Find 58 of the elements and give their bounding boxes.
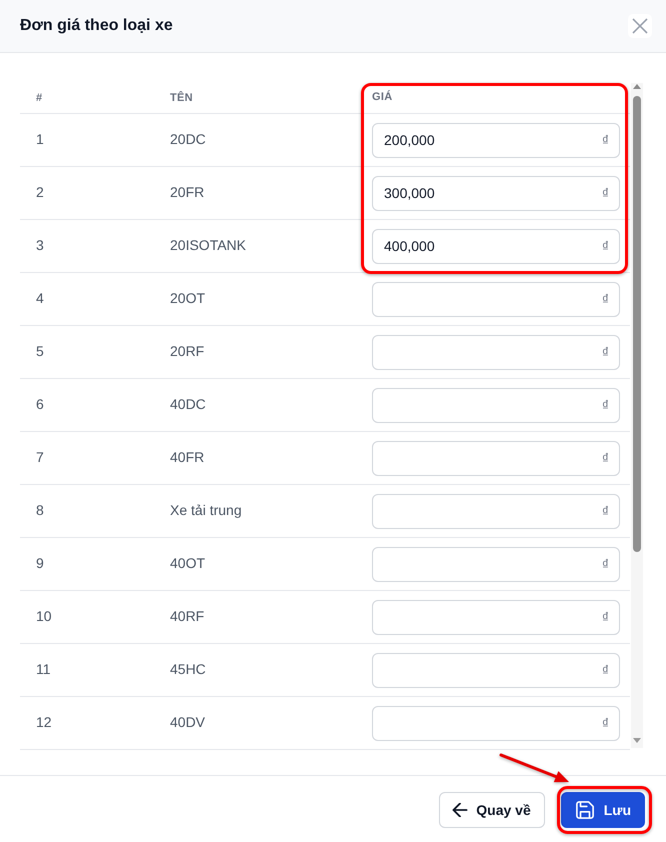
vehicle-type-name: 20ISOTANK (170, 237, 246, 253)
currency-symbol: ₫ (602, 291, 609, 307)
price-input[interactable] (372, 652, 620, 688)
vehicle-type-name: 40OT (170, 555, 206, 571)
row-number: 11 (36, 661, 51, 677)
row-number: 7 (36, 449, 44, 465)
price-input[interactable] (372, 282, 620, 316)
vehicle-type-name: 40RF (170, 608, 204, 624)
row-number: 6 (36, 396, 44, 412)
price-input[interactable] (372, 546, 620, 582)
price-input[interactable] (372, 440, 620, 476)
row-number: 5 (36, 343, 44, 359)
price-input[interactable] (372, 388, 620, 422)
row-number: 3 (36, 237, 44, 253)
row-number: 1 (36, 131, 44, 147)
back-button[interactable]: Quay về (439, 792, 545, 828)
price-input[interactable] (372, 334, 620, 370)
currency-symbol: ₫ (602, 185, 609, 201)
dialog-title: Đơn giá theo loại xe (20, 17, 173, 35)
currency-symbol: ₫ (602, 344, 609, 360)
price-input[interactable] (372, 706, 620, 740)
vehicle-type-name: 20FR (170, 184, 204, 200)
row-number: 4 (36, 290, 44, 306)
vehicle-type-name: 20RF (170, 343, 204, 359)
arrow-left-icon (452, 803, 468, 817)
currency-symbol: ₫ (602, 397, 609, 413)
scrollbar[interactable] (631, 83, 643, 748)
vehicle-type-name: 20DC (170, 131, 206, 147)
currency-symbol: ₫ (602, 238, 609, 254)
scrollbar-thumb[interactable] (633, 96, 641, 552)
row-number: 12 (36, 714, 52, 730)
row-number: 8 (36, 502, 44, 518)
currency-symbol: ₫ (602, 609, 609, 625)
vehicle-type-name: 40DC (170, 396, 206, 412)
column-header: TÊN (170, 92, 193, 104)
currency-symbol: ₫ (602, 715, 609, 731)
currency-symbol: ₫ (602, 450, 609, 466)
vehicle-type-name: 20OT (170, 290, 206, 306)
row-number: 10 (36, 608, 52, 624)
currency-symbol: ₫ (602, 556, 609, 572)
currency-symbol: ₫ (602, 503, 609, 519)
close-button[interactable] (628, 14, 652, 38)
price-input[interactable] (372, 600, 620, 634)
scroll-up-icon[interactable] (633, 84, 641, 89)
scroll-down-icon[interactable] (633, 738, 641, 743)
currency-symbol: ₫ (602, 662, 609, 678)
column-header: GIÁ (372, 90, 392, 102)
currency-symbol: ₫ (602, 132, 609, 148)
row-number: 9 (36, 555, 44, 571)
close-icon (632, 18, 648, 34)
vehicle-type-name: 45HC (170, 661, 206, 677)
vehicle-type-name: Xe tải trung (170, 502, 242, 518)
price-input[interactable] (372, 494, 620, 528)
save-button[interactable]: Lưu (560, 792, 645, 828)
vehicle-type-name: 40FR (170, 449, 204, 465)
row-number: 2 (36, 184, 44, 200)
vehicle-type-name: 40DV (170, 714, 206, 730)
column-header: # (36, 92, 42, 104)
